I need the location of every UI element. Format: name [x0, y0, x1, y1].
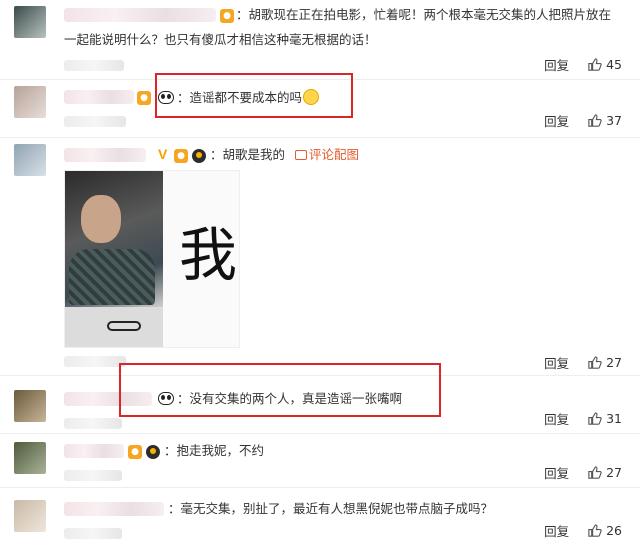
comment-actions: 回复 27	[544, 352, 640, 372]
vip-badge-icon: ●	[128, 445, 142, 459]
reply-button[interactable]: 回复	[544, 409, 569, 428]
reply-button[interactable]: 回复	[544, 55, 569, 74]
highlight-box	[119, 363, 441, 417]
like-count: 26	[606, 522, 622, 538]
username[interactable]	[64, 148, 146, 162]
like-button[interactable]: 27	[587, 355, 622, 370]
comment-image[interactable]: 我	[64, 170, 240, 348]
comment-text-line2: 一起能说明什么？也只有傻瓜才相信这种毫无根据的话！	[64, 32, 377, 47]
thumbs-up-icon	[588, 523, 602, 537]
comment-actions: 回复 45	[544, 54, 640, 74]
comment-actions: 回复 27	[544, 462, 640, 482]
member-badge-icon	[146, 445, 160, 459]
comment-item: ● ：抱走我妮，不约 回复 27	[0, 434, 640, 488]
thumbs-up-icon	[588, 411, 602, 425]
timestamp	[64, 528, 122, 539]
timestamp	[64, 470, 122, 481]
like-count: 27	[606, 464, 622, 480]
avatar[interactable]	[14, 442, 46, 474]
picture-icon	[295, 150, 307, 160]
comment-picture-link[interactable]: 评论配图	[295, 147, 359, 162]
thumbs-up-icon	[588, 465, 602, 479]
avatar[interactable]	[14, 144, 46, 176]
like-button[interactable]: 27	[587, 465, 622, 480]
thumbs-up-icon	[588, 57, 602, 71]
comment-text: ：胡歌是我的 评论配图	[210, 147, 360, 162]
reply-button[interactable]: 回复	[544, 111, 569, 130]
verified-badge-icon: V	[158, 146, 168, 162]
comment-actions: 回复 26	[544, 520, 640, 540]
avatar[interactable]	[14, 500, 46, 532]
image-caption-char: 我	[179, 221, 238, 289]
thumbs-up-icon	[588, 113, 602, 127]
reply-button[interactable]: 回复	[544, 463, 569, 482]
username[interactable]	[64, 444, 124, 458]
like-count: 27	[606, 354, 622, 370]
thumbs-up-icon	[588, 355, 602, 369]
comment-text: ：胡歌现在正在拍电影，忙着呢！两个根本毫无交集的人把照片放在	[236, 7, 612, 22]
avatar[interactable]	[14, 390, 46, 422]
reply-button[interactable]: 回复	[544, 521, 569, 540]
member-badge-icon	[192, 149, 206, 163]
comment-actions: 回复 37	[544, 110, 640, 130]
comment-text: ：抱走我妮，不约	[164, 443, 265, 458]
timestamp	[64, 60, 124, 71]
highlight-box	[155, 73, 353, 118]
vip-badge-icon: ●	[220, 9, 234, 23]
comment-item: ● ：胡歌现在正在拍电影，忙着呢！两个根本毫无交集的人把照片放在 一起能说明什么…	[0, 0, 640, 80]
username[interactable]	[64, 90, 134, 104]
like-count: 45	[606, 56, 622, 72]
avatar[interactable]	[14, 86, 46, 118]
vip-badge-icon: ●	[137, 91, 151, 105]
comment-item: V ● ：胡歌是我的 评论配图 我 回复 27	[0, 138, 640, 376]
avatar[interactable]	[14, 6, 46, 38]
comment-actions: 回复 31	[544, 408, 640, 428]
like-count: 37	[606, 112, 622, 128]
vip-badge-icon: ●	[174, 149, 188, 163]
like-button[interactable]: 31	[587, 411, 622, 426]
comment-text: ：毫无交集，别扯了，最近有人想黑倪妮也带点脑子成吗？	[168, 501, 494, 516]
timestamp	[64, 116, 126, 127]
like-count: 31	[606, 410, 622, 426]
like-button[interactable]: 37	[587, 113, 622, 128]
timestamp	[64, 418, 122, 429]
photo	[65, 171, 163, 347]
timestamp	[64, 356, 126, 367]
like-button[interactable]: 26	[587, 523, 622, 538]
like-button[interactable]: 45	[587, 57, 622, 72]
username[interactable]	[64, 8, 216, 22]
reply-button[interactable]: 回复	[544, 353, 569, 372]
username[interactable]	[64, 502, 164, 516]
comment-item: ：毫无交集，别扯了，最近有人想黑倪妮也带点脑子成吗？ 回复 26	[0, 488, 640, 547]
